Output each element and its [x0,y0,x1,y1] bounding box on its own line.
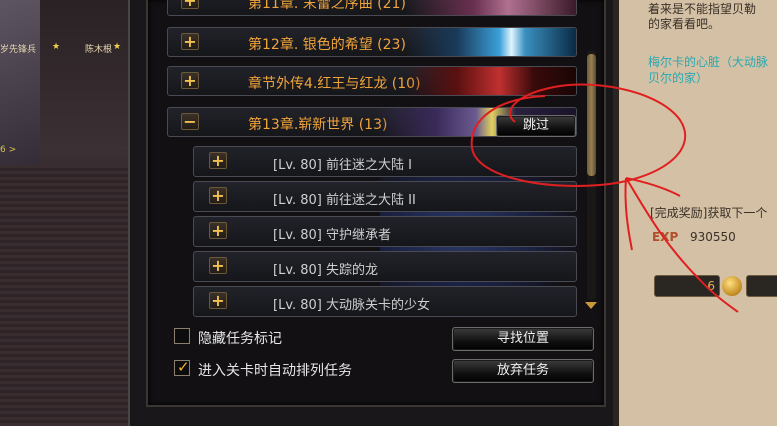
hide-marks-label: 隐藏任务标记 [198,331,282,347]
chapter-row-11[interactable]: + 第11章. 末雷之序曲 (21) [167,0,577,16]
scroll-down-arrow-icon[interactable] [585,302,597,309]
plus-icon[interactable]: + [209,292,227,309]
subquest-row[interactable]: + [Lv. 80] 前往迷之大陆 I [193,146,577,177]
panel-divider [613,0,619,426]
chapter-title: 章节外传4.红王与红龙 (10) [248,76,421,92]
minus-icon[interactable]: − [181,113,199,130]
chapter-row-side4[interactable]: + 章节外传4.红王与红龙 (10) [167,66,577,96]
coin-icon [722,276,742,296]
chapter-title: 第12章. 银色的希望 (23) [248,37,406,53]
plus-icon[interactable]: + [209,222,227,239]
coin-amount-box: 6 [654,275,720,297]
coin-value: 6 [707,279,715,293]
subquest-row[interactable]: + [Lv. 80] 守护继承者 [193,216,577,247]
find-location-button[interactable]: 寻找位置 [452,327,594,351]
chapter-art [406,0,576,15]
location-link-2[interactable]: 贝尔的家） [648,69,708,86]
reward-heading: [完成奖励]获取下一个 [650,206,768,220]
auto-sort-checkbox[interactable]: ✓ [174,358,190,376]
npc-star-1: ★ [52,42,61,52]
hide-marks-checkbox[interactable] [174,328,190,344]
npc-name-2: 陈木根 [85,45,113,55]
subquest-row[interactable]: + [Lv. 80] 前往迷之大陆 II [193,181,577,212]
subquest-title: [Lv. 80] 失踪的龙 [273,263,379,278]
plus-icon[interactable]: + [209,257,227,274]
checkmark-icon: ✓ [177,358,190,376]
chapter-title: 第11章. 末雷之序曲 (21) [248,0,406,12]
coin-amount-box-2: 8 [746,275,777,297]
exp-value: 930550 [690,230,736,244]
chapter-art [406,28,576,56]
floor [0,165,132,426]
detail-text-line2: 的家看看吧。 [648,17,721,31]
location-link-1[interactable]: 梅尔卡的心脏（大动脉 [648,53,768,70]
subquest-title: [Lv. 80] 前往迷之大陆 I [273,158,412,173]
subquest-row[interactable]: + [Lv. 80] 大动脉关卡的少女 [193,286,577,317]
npc-name-1: 岁先锋兵 [0,45,37,55]
plus-icon[interactable]: + [181,33,199,50]
subquest-title: [Lv. 80] 前往迷之大陆 II [273,193,416,208]
skip-button[interactable]: 跳过 [496,115,576,137]
character-figure [0,0,40,190]
npc-star-2: ★ [113,42,122,52]
exp-label: EXP [652,230,679,244]
chapter-title: 第13章.崭新世界 (13) [248,117,388,133]
chapter-row-12[interactable]: + 第12章. 银色的希望 (23) [167,27,577,57]
plus-icon[interactable]: + [209,187,227,204]
chapter-art [406,67,576,95]
subquest-title: [Lv. 80] 大动脉关卡的少女 [273,298,431,313]
plus-icon[interactable]: + [181,0,199,9]
plus-icon[interactable]: + [209,152,227,169]
plus-icon[interactable]: + [181,72,199,89]
subquest-title: [Lv. 80] 守护继承者 [273,228,392,243]
scrollbar-thumb[interactable] [587,54,596,176]
subquest-row[interactable]: + [Lv. 80] 失踪的龙 [193,251,577,282]
auto-sort-label: 进入关卡时自动排列任务 [198,363,352,379]
abandon-quest-button[interactable]: 放弃任务 [452,359,594,383]
game-background: 岁先锋兵 ★ 陈木根 ★ 6 > [0,0,132,426]
side-text: 6 > [0,145,17,155]
